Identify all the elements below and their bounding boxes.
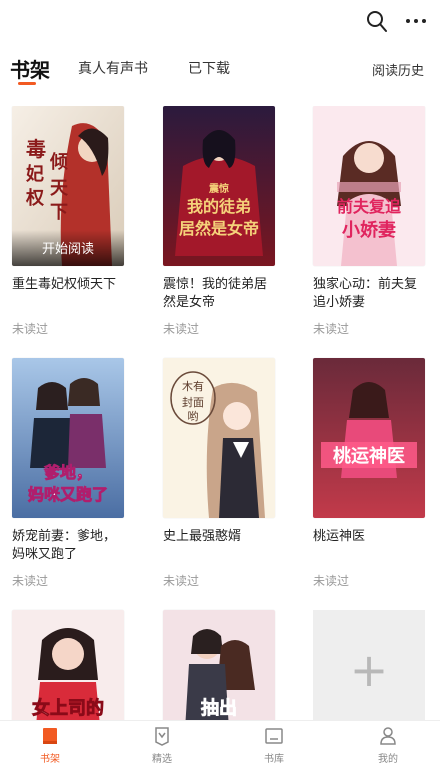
bottom-navigation: 书架 精选 书库 我的 (0, 720, 440, 770)
featured-icon (155, 727, 169, 746)
nav-profile[interactable]: 我的 (358, 725, 418, 765)
svg-text:前夫复追: 前夫复追 (337, 197, 402, 216)
nav-library[interactable]: 书库 (244, 725, 304, 765)
book-cover[interactable]: 女上司的 (12, 610, 124, 720)
profile-icon (380, 727, 396, 745)
book-grid: 毒 妃 倾 权 天 下 开始阅读 重生毒妃权倾天下 未读过 震惊 我的徒弟 居然… (0, 106, 440, 720)
svg-text:倾: 倾 (49, 152, 68, 173)
svg-text:妈咪又跑了: 妈咪又跑了 (28, 485, 108, 504)
reading-history-link[interactable]: 阅读历史 (372, 60, 424, 79)
book-title: 重生毒妃权倾天下 (12, 277, 117, 292)
book-card[interactable]: 桃运神医 桃运神医 未读过 (313, 358, 425, 589)
book-cover[interactable]: 震惊 我的徒弟 居然是女帝 (163, 106, 275, 266)
svg-text:哟: 哟 (188, 410, 199, 423)
svg-text:抽出: 抽出 (201, 697, 237, 719)
svg-text:小娇妻: 小娇妻 (342, 219, 396, 241)
svg-text:毒: 毒 (26, 137, 46, 161)
book-title: 史上最强憨婿 (163, 529, 242, 544)
nav-featured[interactable]: 精选 (132, 725, 192, 765)
book-cover[interactable]: 桃运神医 (313, 358, 425, 518)
more-icon[interactable] (404, 10, 428, 32)
add-book-button[interactable]: + (313, 610, 425, 720)
svg-text:爹地，: 爹地， (43, 463, 92, 482)
read-status: 未读过 (313, 574, 350, 588)
tab-downloaded[interactable]: 已下载 (188, 58, 230, 78)
read-status: 未读过 (12, 322, 49, 336)
svg-text:我的徒弟: 我的徒弟 (187, 197, 251, 216)
book-title: 震惊！我的徒弟居然是女帝 (163, 277, 268, 310)
book-title: 独家心动：前夫复追小娇妻 (313, 277, 418, 310)
tab-active-indicator (18, 82, 36, 85)
plus-icon: + (349, 643, 389, 697)
book-card[interactable]: 爹地， 妈咪又跑了 娇宠前妻：爹地，妈咪又跑了 未读过 (12, 358, 124, 589)
svg-text:居然是女帝: 居然是女帝 (179, 219, 259, 238)
book-cover[interactable]: 毒 妃 倾 权 天 下 开始阅读 (12, 106, 124, 266)
svg-text:震惊: 震惊 (209, 182, 229, 195)
book-card[interactable]: 木有 封面 哟 史上最强憨婿 未读过 (163, 358, 275, 589)
start-reading-overlay[interactable]: 开始阅读 (12, 230, 124, 266)
svg-text:木有: 木有 (182, 379, 204, 393)
shelf-tabs: 书架 真人有声书 已下载 阅读历史 (0, 48, 440, 92)
book-title: 娇宠前妻：爹地，妈咪又跑了 (12, 529, 117, 562)
svg-text:下: 下 (50, 202, 68, 223)
svg-text:权: 权 (25, 187, 45, 209)
read-status: 未读过 (163, 574, 200, 588)
svg-text:桃运神医: 桃运神医 (333, 445, 405, 467)
read-status: 未读过 (313, 322, 350, 336)
book-card[interactable]: 抽出 (163, 610, 275, 720)
book-cover[interactable]: 爹地， 妈咪又跑了 (12, 358, 124, 518)
tab-bookshelf[interactable]: 书架 (10, 54, 50, 83)
svg-text:妃: 妃 (26, 163, 44, 185)
nav-label: 书库 (264, 754, 284, 765)
svg-text:封面: 封面 (182, 395, 204, 409)
book-cover[interactable]: 前夫复追 小娇妻 (313, 106, 425, 266)
nav-label: 书架 (40, 754, 60, 765)
book-title: 桃运神医 (313, 529, 366, 544)
tab-audiobooks[interactable]: 真人有声书 (78, 58, 148, 78)
book-card[interactable]: 震惊 我的徒弟 居然是女帝 震惊！我的徒弟居然是女帝 未读过 (163, 106, 275, 337)
svg-text:女上司的: 女上司的 (32, 697, 104, 719)
book-cover[interactable]: 抽出 (163, 610, 275, 720)
top-bar (0, 0, 440, 48)
nav-bookshelf[interactable]: 书架 (20, 725, 80, 765)
read-status: 未读过 (12, 574, 49, 588)
book-card[interactable]: 毒 妃 倾 权 天 下 开始阅读 重生毒妃权倾天下 未读过 (12, 106, 124, 337)
read-status: 未读过 (163, 322, 200, 336)
book-card[interactable]: 女上司的 (12, 610, 124, 720)
book-card[interactable]: 前夫复追 小娇妻 独家心动：前夫复追小娇妻 未读过 (313, 106, 425, 337)
nav-label: 我的 (378, 754, 398, 765)
search-icon[interactable] (366, 10, 388, 34)
svg-text:天: 天 (50, 178, 69, 199)
library-icon (265, 728, 283, 744)
nav-label: 精选 (152, 754, 172, 765)
book-cover[interactable]: 木有 封面 哟 (163, 358, 275, 518)
bookshelf-icon (43, 728, 57, 744)
